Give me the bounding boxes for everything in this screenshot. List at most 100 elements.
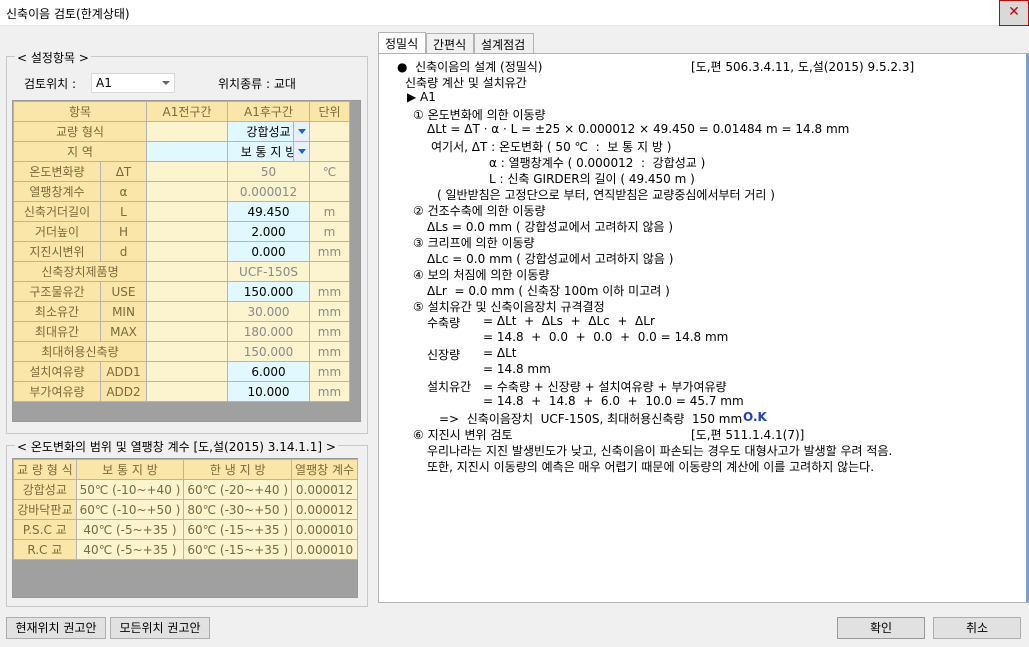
header-item: 항목	[13, 101, 147, 122]
chevron-down-icon[interactable]	[293, 142, 309, 161]
settings-row: 지 역보 통 지 방	[13, 141, 350, 162]
row-name: 최대허용신축량	[13, 341, 147, 362]
temperature-cell: 80℃ (-30~+50 )	[183, 499, 293, 520]
report-line: ② 건조수축에 의한 이동량	[413, 204, 546, 218]
report-line: 신장량	[427, 348, 461, 362]
report-reference: [도,편 511.1.4.1(7)]	[691, 428, 805, 442]
tab-precise[interactable]: 정밀식	[378, 32, 426, 54]
row-before-value	[146, 201, 228, 222]
row-name: 거더높이	[13, 221, 101, 242]
row-after-value: 0.000012	[227, 181, 310, 202]
temperature-cell: 60℃ (-10~+50 )	[75, 499, 185, 520]
temperature-cell: 60℃ (-15~+35 )	[183, 539, 293, 560]
report-panel[interactable]: ● 신축이음의 설계 (정밀식) [도,편 506.3.4.11, 도,설(20…	[378, 53, 1029, 603]
chevron-down-icon[interactable]	[293, 122, 309, 141]
settings-row: 부가여유량 ADD2 10.000 mm	[13, 381, 350, 402]
report-line: ΔLt = ΔT · α · L = ±25 × 0.000012 × 49.4…	[427, 122, 850, 136]
row-name: 신축장치제품명	[13, 261, 147, 282]
row-before-value	[146, 181, 228, 202]
temperature-row: 강바닥판교 60℃ (-10~+50 ) 80℃ (-30~+50 ) 0.00001…	[13, 499, 359, 520]
report-line: = ΔLt + ΔLs + ΔLc + ΔLr	[483, 314, 655, 328]
row-after-input[interactable]: 6.000	[227, 361, 310, 382]
temperature-header: 한 냉 지 방	[183, 459, 293, 480]
row-name: 최대유간	[13, 321, 101, 342]
report-line: ① 온도변화에 의한 이동량	[413, 108, 546, 122]
cancel-button[interactable]: 취소	[933, 617, 1021, 639]
row-before-value	[146, 261, 228, 282]
row-after-input[interactable]: 49.450	[227, 201, 310, 222]
row-symbol: USE	[100, 281, 147, 302]
row-after-input[interactable]: 150.000	[227, 281, 310, 302]
all-positions-recommend-button[interactable]: 모든위치 권고안	[110, 617, 210, 639]
header-after: A1후구간	[227, 101, 310, 122]
report-line: 설치유간	[427, 380, 472, 394]
title-bar: 신축이음 검토(한계상태) ✕	[0, 0, 1029, 26]
row-before-value	[146, 281, 228, 302]
row-symbol: MIN	[100, 301, 147, 322]
row-after-input[interactable]: 2.000	[227, 221, 310, 242]
row-after-input[interactable]: 10.000	[227, 381, 310, 402]
settings-row: 설치여유량 ADD1 6.000 mm	[13, 361, 350, 382]
settings-row: 열팽창계수 α 0.000012	[13, 181, 350, 202]
report-line: = 14.8 mm	[483, 362, 551, 376]
row-after-input[interactable]: 0.000	[227, 241, 310, 262]
current-position-recommend-button[interactable]: 현재위치 권고안	[6, 617, 106, 639]
row-symbol: d	[100, 241, 147, 262]
position-select[interactable]: A1	[91, 73, 175, 93]
report-line: 여기서, ΔT : 온도변화 ( 50 ℃ : 보 통 지 방 )	[431, 140, 672, 154]
report-line: ( 일반받침은 고정단으로 부터, 연직받침은 교량중심에서부터 거리 )	[437, 188, 775, 202]
tab-design-check[interactable]: 설계점검	[474, 33, 534, 53]
bridge-type-cell: R.C 교	[13, 539, 77, 560]
temperature-cell: 0.000010	[291, 519, 359, 540]
report-line: ③ 크리프에 의한 이동량	[413, 236, 535, 250]
row-after-value: UCF-150S	[227, 261, 310, 282]
row-symbol: MAX	[100, 321, 147, 342]
report-line: 신축량 계산 및 설치유간	[405, 76, 527, 90]
row-before-value	[146, 341, 228, 362]
row-before-value	[146, 141, 228, 162]
chevron-down-icon	[162, 81, 170, 85]
row-after-select[interactable]: 보 통 지 방	[227, 141, 310, 162]
header-unit: 단위	[309, 101, 350, 122]
row-unit	[309, 121, 350, 142]
report-line: ⑤ 설치유간 및 신축이음장치 규격결정	[413, 300, 605, 314]
close-button[interactable]: ✕	[999, 0, 1029, 26]
row-before-value	[146, 121, 228, 142]
row-before-value	[146, 161, 228, 182]
ok-button[interactable]: 확인	[837, 617, 925, 639]
row-symbol: ΔT	[100, 161, 147, 182]
report-reference: [도,편 506.3.4.11, 도,설(2015) 9.5.2.3]	[691, 60, 915, 74]
row-unit: mm	[309, 381, 350, 402]
row-before-value	[146, 321, 228, 342]
temperature-cell: 60℃ (-15~+35 )	[183, 519, 293, 540]
temperature-cell: 0.000012	[291, 499, 359, 520]
row-symbol: ADD1	[100, 361, 147, 382]
settings-header-row: 항목 A1전구간 A1후구간 단위	[13, 101, 350, 122]
tab-simple[interactable]: 간편식	[426, 33, 474, 53]
report-line: ΔLr = 0.0 mm ( 신축장 100m 이하 미고려 )	[427, 284, 670, 298]
temperature-row: 강합성교 50℃ (-10~+40 ) 60℃ (-20~+40 ) 0.000012	[13, 479, 359, 500]
row-unit: mm	[309, 361, 350, 382]
settings-row: 구조물유간 USE 150.000 mm	[13, 281, 350, 302]
header-before: A1전구간	[146, 101, 228, 122]
row-name: 구조물유간	[13, 281, 101, 302]
settings-row: 신축장치제품명 UCF-150S	[13, 261, 350, 282]
row-unit: mm	[309, 281, 350, 302]
temperature-header-row: 교 량 형 식보 통 지 방한 냉 지 방 열팽창 계수	[13, 459, 359, 480]
row-unit: m	[309, 221, 350, 242]
temperature-header: 교 량 형 식	[13, 459, 77, 480]
temperature-group-title: < 온도변화의 범위 및 열팽창 계수 [도,설(2015) 3.14.1.1]…	[15, 438, 338, 455]
row-unit	[309, 181, 350, 202]
temperature-cell: 50℃ (-10~+40 )	[75, 479, 185, 500]
report-line: ④ 보의 처짐에 의한 이동량	[413, 268, 550, 282]
report-line: 우리나라는 지진 발생빈도가 낮고, 신축이음이 파손되는 경우도 대형사고가 …	[427, 444, 893, 458]
row-name: 설치여유량	[13, 361, 101, 382]
report-line: 또한, 지진시 이동량의 예측은 매우 어렵기 때문에 이동량의 계산에 이를 …	[427, 460, 875, 474]
row-unit	[309, 141, 350, 162]
row-name: 열팽창계수	[13, 181, 101, 202]
row-name: 교량 형식	[13, 121, 147, 142]
row-after-select[interactable]: 강합성교	[227, 121, 310, 142]
row-unit	[309, 261, 350, 282]
report-line: = 수축량 + 신장량 + 설치여유량 + 부가여유량	[483, 380, 727, 394]
row-name: 최소유간	[13, 301, 101, 322]
